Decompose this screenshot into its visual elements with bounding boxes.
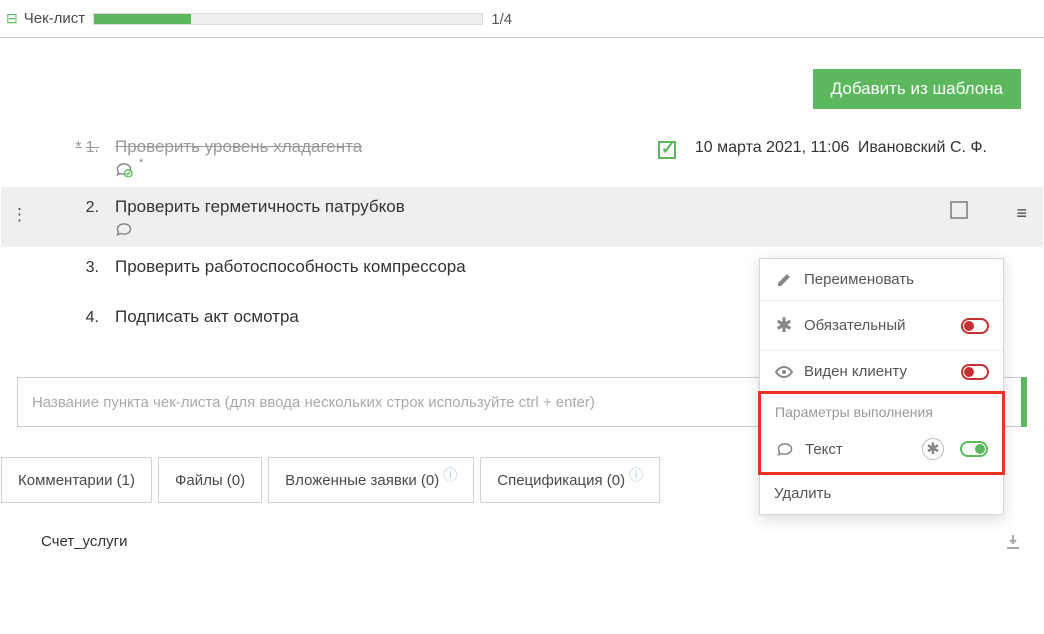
drag-handle[interactable]: ⋮	[11, 197, 31, 225]
download-icon[interactable]	[1005, 534, 1021, 550]
item-index: 3.	[31, 257, 115, 277]
item-index: *1.	[31, 137, 115, 157]
item-title[interactable]: Проверить герметичность патрубков	[115, 197, 945, 217]
info-icon: ⓘ	[443, 465, 457, 485]
progress-text: 1/4	[491, 11, 512, 28]
item-checkbox[interactable]	[950, 201, 968, 219]
checklist-item: *1. Проверить уровень хладагента * 10 ма…	[1, 127, 1043, 187]
menu-visible-client[interactable]: Виден клиенту	[760, 351, 1003, 393]
params-title: Параметры выполнения	[761, 394, 1002, 426]
tab-title[interactable]: Чек-лист	[24, 10, 85, 27]
progress-fill	[94, 14, 191, 24]
visible-toggle[interactable]	[961, 364, 989, 380]
menu-rename[interactable]: Переименовать	[760, 259, 1003, 301]
comment-icon	[775, 441, 795, 457]
tab-files[interactable]: Файлы (0)	[158, 457, 262, 503]
asterisk-icon: ✱	[774, 313, 794, 338]
required-asterisk: *	[75, 139, 81, 156]
tab-nested-requests[interactable]: Вложенные заявки (0)ⓘ	[268, 457, 474, 503]
eye-icon	[774, 366, 794, 378]
tab-comments[interactable]: Комментарии (1)	[1, 457, 152, 503]
collapse-icon[interactable]: ⊟	[6, 10, 18, 27]
checklist-item: ⋮ 2. Проверить герметичность патрубков ≡	[1, 187, 1043, 247]
pencil-icon	[774, 272, 794, 288]
comment-icon[interactable]	[115, 221, 133, 237]
param-required-button[interactable]: ✱	[922, 438, 944, 460]
completion-info: 10 марта 2021, 11:06 Ивановский С. Ф.	[681, 137, 987, 157]
params-group-highlight: Параметры выполнения Текст ✱	[758, 391, 1005, 475]
item-context-menu: Переименовать ✱ Обязательный Виден клиен…	[759, 258, 1004, 515]
drag-handle[interactable]	[11, 257, 31, 265]
add-from-template-button[interactable]: Добавить из шаблона	[813, 69, 1021, 109]
comment-required-asterisk: *	[139, 157, 143, 169]
progress-bar: 1/4	[93, 13, 483, 25]
item-checkbox[interactable]	[658, 141, 676, 159]
submit-edge[interactable]	[1021, 377, 1027, 427]
item-index: 4.	[31, 307, 115, 327]
drag-handle[interactable]	[11, 307, 31, 315]
comment-icon[interactable]	[115, 161, 133, 177]
item-index: 2.	[31, 197, 115, 217]
menu-delete[interactable]: Удалить	[760, 473, 1003, 514]
menu-required[interactable]: ✱ Обязательный	[760, 301, 1003, 351]
required-toggle[interactable]	[961, 318, 989, 334]
drag-handle[interactable]	[11, 137, 31, 145]
menu-param-text[interactable]: Текст ✱	[761, 426, 1002, 472]
param-text-toggle[interactable]	[960, 441, 988, 457]
item-menu-icon[interactable]: ≡	[1016, 203, 1027, 224]
checklist-tab-header: ⊟ Чек-лист 1/4	[0, 0, 1044, 38]
info-icon: ⓘ	[629, 465, 643, 485]
tab-specification[interactable]: Спецификация (0)ⓘ	[480, 457, 660, 503]
item-title[interactable]: Проверить уровень хладагента	[115, 137, 653, 157]
account-label[interactable]: Счет_услуги	[41, 533, 127, 550]
